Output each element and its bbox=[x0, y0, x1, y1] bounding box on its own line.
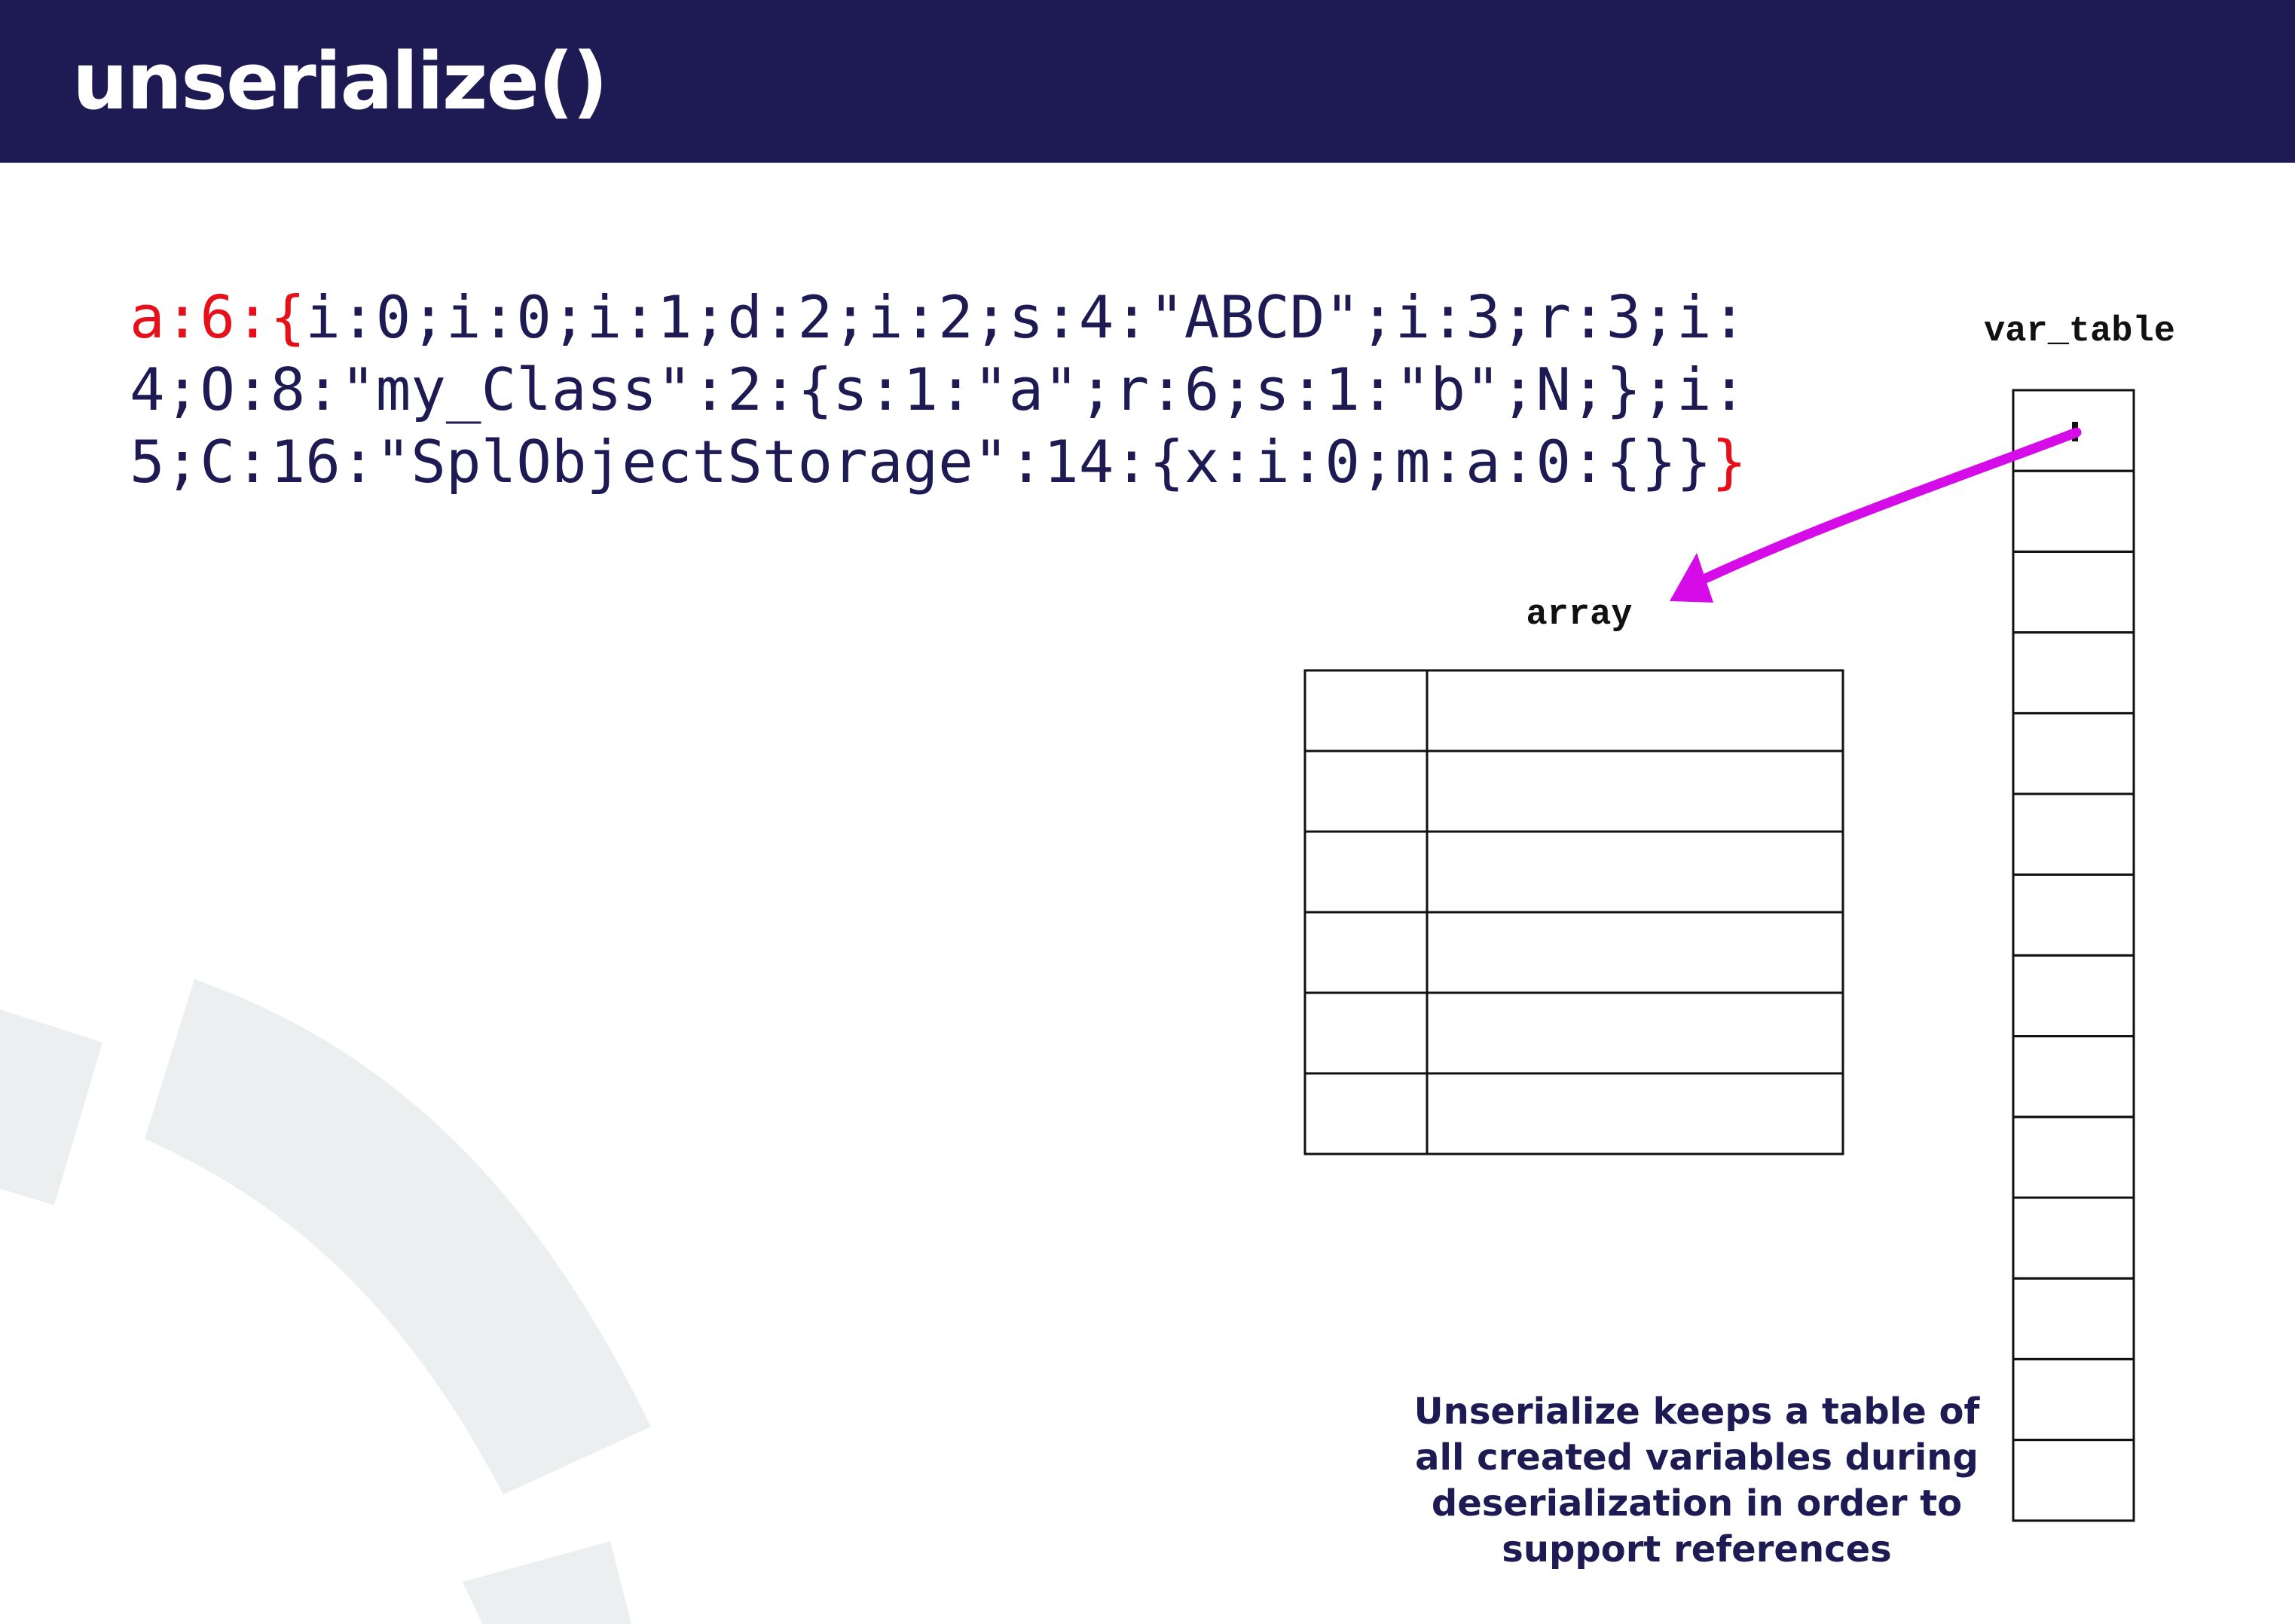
var-table-label: var_table bbox=[1984, 312, 2175, 352]
var-table-cell bbox=[2012, 1035, 2135, 1119]
var-table-cell bbox=[2012, 792, 2135, 876]
array-value-cell bbox=[1426, 830, 1844, 914]
var-table-cell bbox=[2012, 873, 2135, 957]
array-value-cell bbox=[1426, 669, 1844, 752]
var-table-cell bbox=[2012, 712, 2135, 795]
var-table-cell bbox=[2012, 631, 2135, 715]
var-table-cell bbox=[2012, 954, 2135, 1038]
var-table-cell bbox=[2012, 469, 2135, 553]
var-table-cell bbox=[2012, 1357, 2135, 1442]
array-key-cell bbox=[1303, 991, 1429, 1075]
array-key-cell bbox=[1303, 669, 1429, 752]
var-table-cell bbox=[2012, 550, 2135, 634]
var-table-cell bbox=[2012, 1439, 2135, 1522]
memory-diagram: array var_table bbox=[1303, 312, 2175, 1522]
array-key-cell bbox=[1303, 830, 1429, 914]
var-table-cell bbox=[2012, 1196, 2135, 1280]
array-key-cell bbox=[1303, 1072, 1429, 1155]
array-table bbox=[1303, 669, 1844, 1155]
var-table-cell bbox=[2012, 1277, 2135, 1360]
var-table bbox=[2012, 389, 2135, 1522]
array-key-cell bbox=[1303, 749, 1429, 833]
array-value-cell bbox=[1426, 1072, 1844, 1155]
array-label: array bbox=[1526, 595, 1632, 635]
pointer-arrow-line bbox=[1684, 427, 2082, 591]
caption: Unserialize keeps a table of all created… bbox=[1413, 1390, 1980, 1571]
array-value-cell bbox=[1426, 991, 1844, 1075]
var-table-cell bbox=[2012, 1116, 2135, 1199]
array-value-cell bbox=[1426, 749, 1844, 833]
array-key-cell bbox=[1303, 911, 1429, 994]
reference-pointer bbox=[1670, 422, 2082, 603]
array-value-cell bbox=[1426, 911, 1844, 994]
